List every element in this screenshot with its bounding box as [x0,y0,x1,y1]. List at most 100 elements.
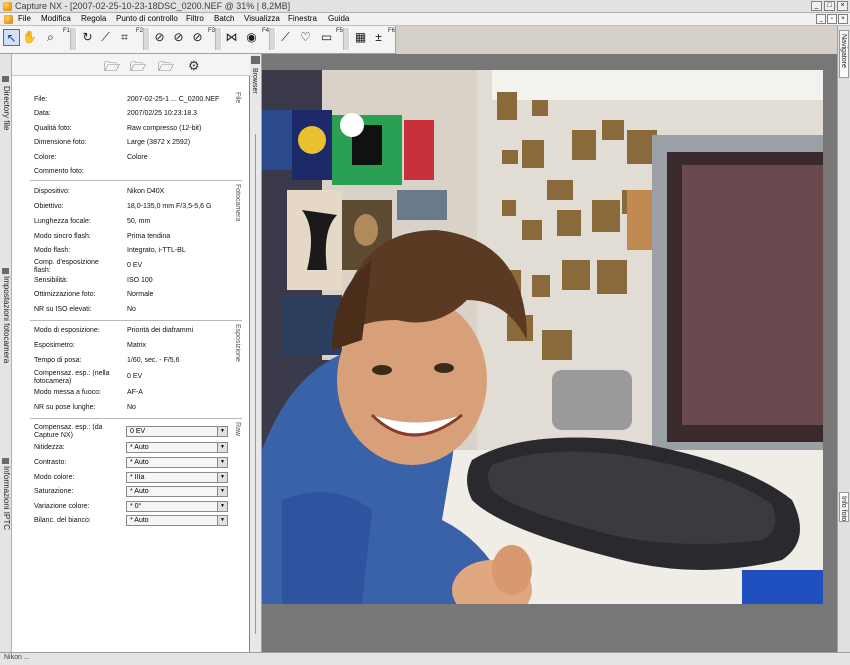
raw-setting-row: Saturazione: * Auto ▼ [34,486,234,501]
contrast-select[interactable]: * Auto ▼ [126,457,228,468]
info-row: Dimensione foto: Large (3872 x 2592) [34,139,191,146]
splitter-line [255,134,256,634]
left-tab-strip: Directory file Impostazioni fotocamera I… [0,54,12,652]
info-row: Modo di esposizione: Priorità dei diafram… [34,327,194,334]
section-file-title: File [234,92,241,104]
doc-minimize-button[interactable]: _ [816,14,826,24]
doc-restore-button[interactable]: ▫ [827,14,837,24]
status-bar: Nikon ... [0,652,850,665]
shortcut-f6: F6 [388,28,396,34]
document-icon[interactable] [4,15,13,24]
panel-body: File File: 2007-02-25-1 ... C_0200.NEF Da… [24,76,250,652]
raw-setting-row: Bilanc. del bianco: * Auto ▼ [34,515,234,530]
tab-browser[interactable]: Browser [251,68,258,94]
toolbar-separator [70,28,77,50]
toolbar-separator [343,28,350,50]
brush-icon[interactable]: ⟋ [277,29,294,46]
app-icon [3,2,12,11]
chevron-down-icon: ▼ [217,502,227,511]
toolbar-separator [269,28,276,50]
tab-navigator[interactable]: Navigatore [840,34,847,68]
menu-finestra[interactable]: Finestra [288,14,317,23]
gradient-icon[interactable]: ▭ [318,29,335,46]
menu-regola[interactable]: Regola [81,14,106,23]
panel-grip-icon[interactable] [251,56,260,64]
info-row: NR su ISO elevati: No [34,306,136,313]
maximize-button[interactable]: □ [824,1,835,11]
white-balance-select[interactable]: * Auto ▼ [126,515,228,526]
select-arrow-icon[interactable]: ↖ [3,29,20,46]
menu-file[interactable]: File [18,14,31,23]
photo-info-panel: 🗁 🗁 🗁 ⚙ File File: 2007-02-25-1 ... C_020… [12,54,250,652]
straighten-icon[interactable]: ⟋ [97,29,114,46]
info-row: File: 2007-02-25-1 ... C_0200.NEF [34,96,220,103]
info-row: Qualità foto: Raw compresso (12-bit) [34,125,202,132]
panel-grip-icon[interactable] [2,458,9,464]
rotate-icon[interactable]: ↻ [79,29,96,46]
window-title: Capture NX - [2007-02-25-10-23-18DSC_020… [15,1,291,11]
close-button[interactable]: × [837,1,848,11]
tab-directory-file[interactable]: Directory file [1,86,11,130]
neutral-eyedropper-icon[interactable]: ⊘ [189,29,206,46]
red-eye-icon[interactable]: ◉ [243,29,260,46]
menu-guida[interactable]: Guida [328,14,349,23]
info-row: Tempo di posa: 1/60, sec. - F/5,6 [34,357,180,364]
hand-tool-icon[interactable]: ✋ [21,29,38,46]
shortcut-f1: F1 [63,28,71,34]
zoom-tool-icon[interactable]: ⌕ [42,29,59,46]
raw-setting-row: Nitidezza: * Auto ▼ [34,442,234,457]
exposure-comp-select[interactable]: 0 EV ▼ [126,426,228,437]
shortcut-f2: F2 [136,28,144,34]
info-row: Compensaz. esp.: (nella fotocamera) 0 EV [34,370,143,385]
menu-punto-di-controllo[interactable]: Punto di controllo [116,14,178,23]
shortcut-f5: F5 [336,28,344,34]
fill-icon[interactable]: ▦ [352,29,369,46]
toolbar-separator [215,28,222,50]
tab-photo-info[interactable]: Info foto [840,496,847,521]
menu-filtro[interactable]: Filtro [186,14,204,23]
plus-minus-icon[interactable]: ± [370,29,387,46]
crop-icon[interactable]: ⌗ [116,29,133,46]
right-tab-strip: Navigatore Info foto [837,26,850,652]
color-mode-select[interactable]: * IIIa ▼ [126,472,228,483]
shortcut-f3: F3 [208,28,216,34]
chevron-down-icon: ▼ [217,443,227,452]
settings-gear-icon[interactable]: ⚙ [188,58,200,74]
chevron-down-icon: ▼ [217,487,227,496]
section-raw-title: Raw [234,422,241,437]
info-row: Lunghezza focale: 50, mm [34,218,151,225]
browser-splitter[interactable]: Browser [250,54,262,652]
lasso-icon[interactable]: ♡ [297,29,314,46]
section-divider [30,180,242,181]
info-row: Modo messa a fuoco: AF-A [34,389,143,396]
hue-adjust-select[interactable]: * 0° ▼ [126,501,228,512]
control-points-icon[interactable]: ⋈ [223,29,240,46]
image-canvas[interactable] [262,54,837,652]
panel-grip-icon[interactable] [2,268,9,274]
panel-grip-icon[interactable] [2,76,9,82]
photo-image [262,70,823,604]
info-row: NR su pose lunghe: No [34,404,136,411]
saturation-select[interactable]: * Auto ▼ [126,486,228,497]
white-eyedropper-icon[interactable]: ⊘ [170,29,187,46]
sharpness-select[interactable]: * Auto ▼ [126,442,228,453]
info-row: Colore: Colore [34,154,148,161]
tab-camera-settings[interactable]: Impostazioni fotocamera [1,276,11,363]
menu-visualizza[interactable]: Visualizza [244,14,280,23]
chevron-down-icon: ▼ [217,473,227,482]
info-row: Sensibilità: ISO 100 [34,277,153,284]
section-divider [30,418,242,419]
minimize-button[interactable]: _ [811,1,822,11]
menu-batch[interactable]: Batch [214,14,234,23]
info-row: Modo sincro flash: Prima tendina [34,233,171,240]
section-exposure-title: Esposizione [234,324,241,362]
black-eyedropper-icon[interactable]: ⊘ [151,29,168,46]
title-bar: Capture NX - [2007-02-25-10-23-18DSC_020… [0,0,850,13]
doc-close-button[interactable]: × [838,14,848,24]
toolbar-separator [143,28,150,50]
raw-setting-row: Contrasto: * Auto ▼ [34,457,234,472]
tab-iptc-info[interactable]: Informazioni IPTC [1,466,11,530]
info-row: Esposimetro: Matrix [34,342,147,349]
shortcut-f4: F4 [262,28,270,34]
menu-modifica[interactable]: Modifica [41,14,71,23]
